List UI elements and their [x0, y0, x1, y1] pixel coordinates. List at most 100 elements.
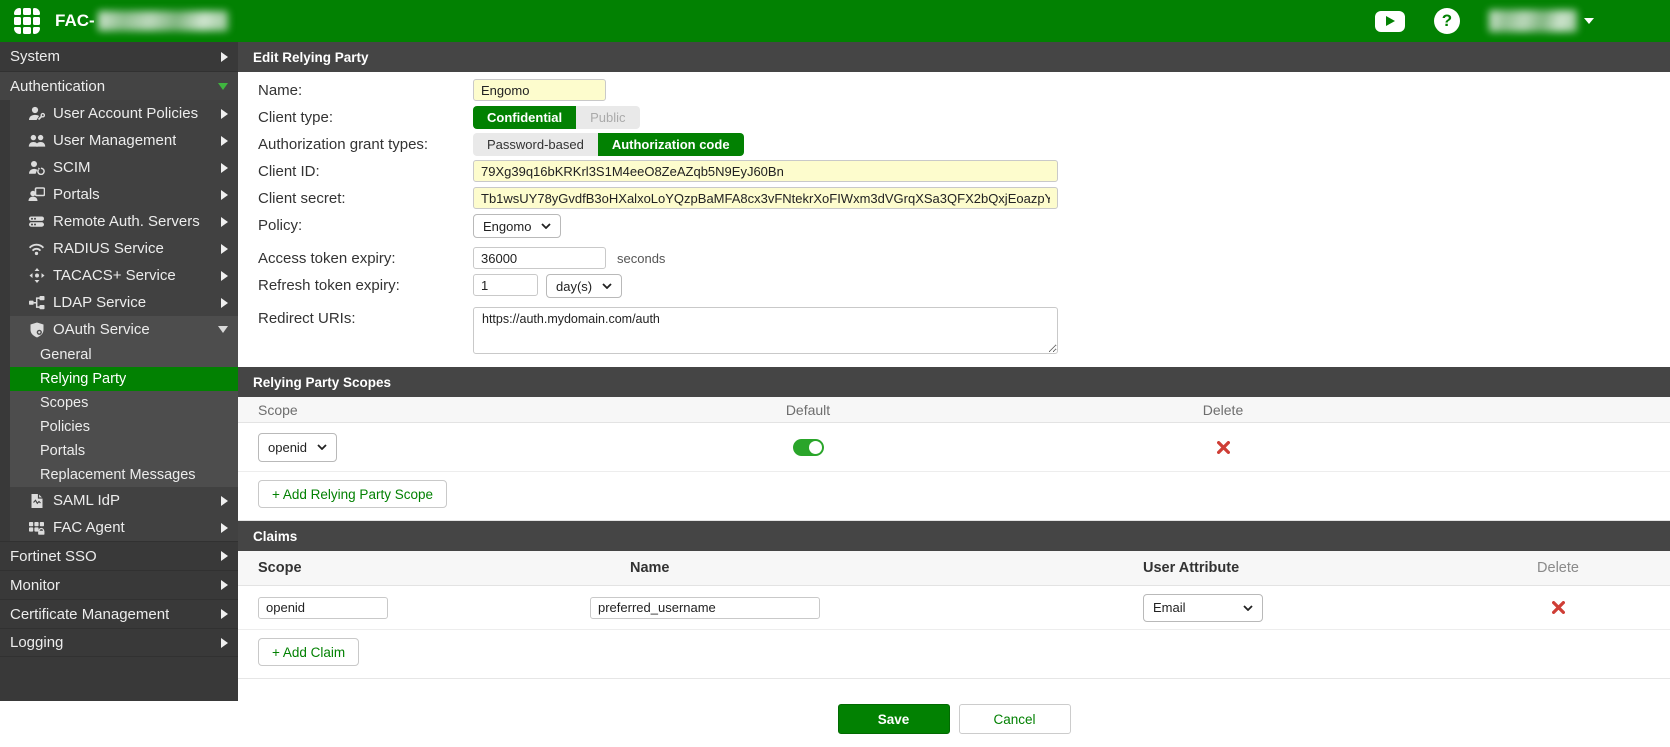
sidebar-item-portals[interactable]: Portals — [10, 181, 238, 208]
chevron-right-icon — [221, 496, 228, 506]
chevron-right-icon — [221, 298, 228, 308]
chevron-right-icon — [221, 136, 228, 146]
sidebar-item-monitor[interactable]: Monitor — [0, 570, 238, 599]
sidebar-item-oauth-portals[interactable]: Portals — [10, 439, 238, 463]
sidebar-item-user-account-policies[interactable]: User Account Policies — [10, 100, 238, 127]
scopes-col-delete: Delete — [958, 402, 1488, 418]
client-type-confidential-button[interactable]: Confidential — [473, 106, 576, 129]
sidebar-item-certificate-management[interactable]: Certificate Management — [0, 599, 238, 628]
add-relying-party-scope-button[interactable]: + Add Relying Party Scope — [258, 480, 447, 508]
access-token-label: Access token expiry: — [238, 247, 473, 270]
grid-lock-icon — [27, 520, 46, 535]
cross-arrows-icon — [27, 268, 46, 283]
page-title: Edit Relying Party — [238, 42, 1670, 72]
user-menu[interactable] — [1489, 10, 1594, 32]
delete-icon[interactable] — [1217, 441, 1230, 454]
user-policies-icon — [27, 106, 46, 121]
sidebar: System Authentication User Account Polic… — [0, 42, 238, 701]
sidebar-item-logging[interactable]: Logging — [0, 628, 238, 657]
delete-icon[interactable] — [1552, 601, 1565, 614]
cancel-button[interactable]: Cancel — [959, 704, 1071, 734]
refresh-token-label: Refresh token expiry: — [238, 274, 473, 297]
claims-section-title: Claims — [238, 521, 1670, 551]
sidebar-item-fac-agent[interactable]: FAC Agent — [10, 514, 238, 541]
sidebar-item-saml-idp[interactable]: SAML IdP — [10, 487, 238, 514]
name-label: Name: — [238, 79, 473, 102]
grant-password-based-button[interactable]: Password-based — [473, 133, 598, 156]
shield-icon — [27, 322, 46, 338]
user-window-icon — [27, 187, 46, 202]
redacted-username — [1489, 10, 1577, 32]
claim-scope-field[interactable] — [258, 597, 388, 619]
claims-table-row: Email — [238, 586, 1670, 630]
chevron-right-icon — [221, 244, 228, 254]
add-claim-button[interactable]: + Add Claim — [258, 638, 359, 666]
sidebar-item-remote-auth-servers[interactable]: Remote Auth. Servers — [10, 208, 238, 235]
sidebar-item-scim[interactable]: SCIM — [10, 154, 238, 181]
scopes-table-header: Scope Default Delete — [238, 397, 1670, 423]
chevron-down-icon — [317, 444, 327, 450]
name-field[interactable] — [473, 79, 606, 101]
save-button[interactable]: Save — [838, 704, 950, 734]
client-type-public-button[interactable]: Public — [576, 106, 639, 129]
chevron-right-icon — [221, 109, 228, 119]
help-icon[interactable]: ? — [1434, 8, 1460, 34]
redirect-uris-field[interactable]: https://auth.mydomain.com/auth — [473, 307, 1058, 354]
wifi-icon — [27, 241, 46, 256]
sidebar-item-oauth-scopes[interactable]: Scopes — [10, 391, 238, 415]
chevron-down-icon — [541, 223, 551, 229]
scopes-section-title: Relying Party Scopes — [238, 367, 1670, 397]
refresh-token-unit-select[interactable]: day(s) — [546, 274, 622, 298]
user-attribute-select[interactable]: Email — [1143, 594, 1263, 622]
sidebar-item-authentication[interactable]: Authentication — [0, 71, 238, 100]
chevron-right-icon — [221, 638, 228, 648]
chevron-down-icon — [602, 283, 612, 289]
sidebar-item-oauth-replacement-messages[interactable]: Replacement Messages — [10, 463, 238, 487]
sidebar-item-oauth-policies[interactable]: Policies — [10, 415, 238, 439]
redirect-uris-label: Redirect URIs: — [238, 307, 473, 330]
claims-col-user-attribute: User Attribute — [1143, 560, 1443, 576]
chevron-right-icon — [221, 609, 228, 619]
sidebar-item-oauth-service[interactable]: OAuth Service — [10, 316, 238, 343]
grant-types-label: Authorization grant types: — [238, 133, 473, 156]
client-secret-field[interactable] — [473, 187, 1058, 209]
hierarchy-icon — [27, 295, 46, 310]
chevron-right-icon — [221, 190, 228, 200]
claim-name-field[interactable] — [590, 597, 820, 619]
sidebar-item-oauth-relying-party[interactable]: Relying Party — [10, 367, 238, 391]
sidebar-item-ldap-service[interactable]: LDAP Service — [10, 289, 238, 316]
form-actions: Save Cancel — [238, 678, 1670, 734]
sidebar-item-system[interactable]: System — [0, 42, 238, 71]
claims-col-delete: Delete — [1443, 560, 1670, 576]
authentication-submenu: User Account Policies User Management SC… — [10, 100, 238, 541]
chevron-right-icon — [221, 523, 228, 533]
policy-label: Policy: — [238, 214, 473, 237]
apps-grid-icon[interactable] — [14, 8, 40, 34]
relying-party-form: Name: Client type: Confidential Public A… — [238, 72, 1670, 367]
grant-types-toggle: Password-based Authorization code — [473, 133, 744, 156]
grant-authorization-code-button[interactable]: Authorization code — [598, 133, 744, 156]
policy-select[interactable]: Engomo — [473, 214, 561, 238]
chevron-right-icon — [221, 271, 228, 281]
access-token-field[interactable] — [473, 247, 606, 269]
chevron-right-icon — [221, 580, 228, 590]
servers-icon — [27, 214, 46, 229]
chevron-right-icon — [221, 217, 228, 227]
chevron-down-icon — [1243, 605, 1253, 611]
client-type-label: Client type: — [238, 106, 473, 129]
sidebar-item-user-management[interactable]: User Management — [10, 127, 238, 154]
client-id-label: Client ID: — [238, 160, 473, 183]
document-icon — [27, 493, 46, 509]
default-toggle[interactable] — [793, 439, 824, 456]
refresh-token-field[interactable] — [473, 274, 538, 296]
sidebar-item-fortinet-sso[interactable]: Fortinet SSO — [0, 541, 238, 570]
scope-select[interactable]: openid — [258, 433, 337, 462]
scopes-col-default: Default — [658, 402, 958, 418]
sidebar-item-tacacs-service[interactable]: TACACS+ Service — [10, 262, 238, 289]
sidebar-item-oauth-general[interactable]: General — [10, 343, 238, 367]
chevron-down-icon — [218, 326, 228, 333]
redacted-hostname — [98, 11, 228, 31]
sidebar-item-radius-service[interactable]: RADIUS Service — [10, 235, 238, 262]
client-id-field[interactable] — [473, 160, 1058, 182]
youtube-icon[interactable] — [1375, 11, 1405, 32]
